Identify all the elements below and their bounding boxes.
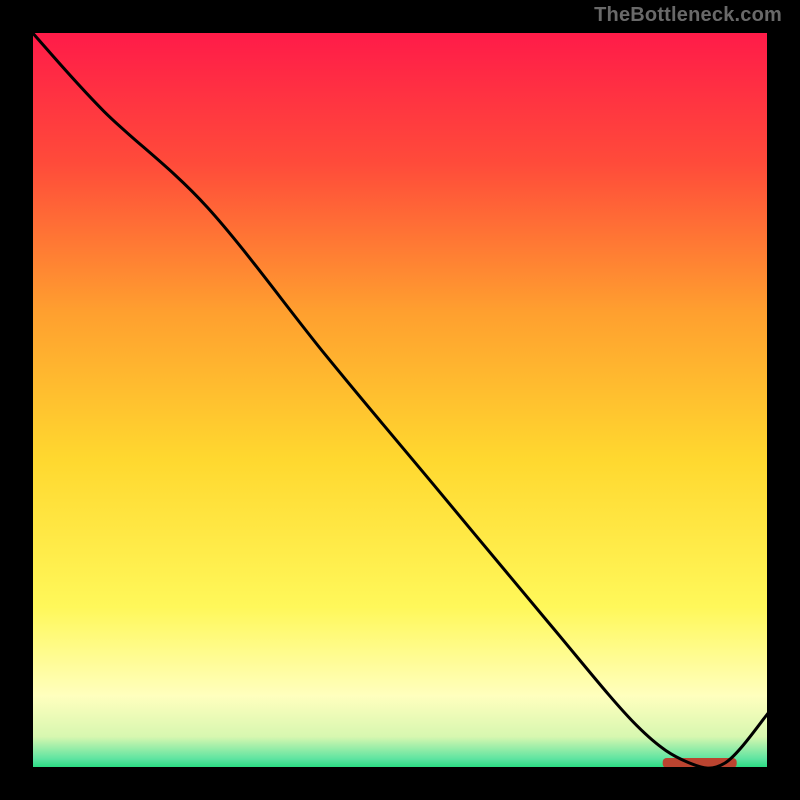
plot-background xyxy=(30,30,770,770)
chart-stage: TheBottleneck.com xyxy=(0,0,800,800)
chart-svg xyxy=(0,0,800,800)
